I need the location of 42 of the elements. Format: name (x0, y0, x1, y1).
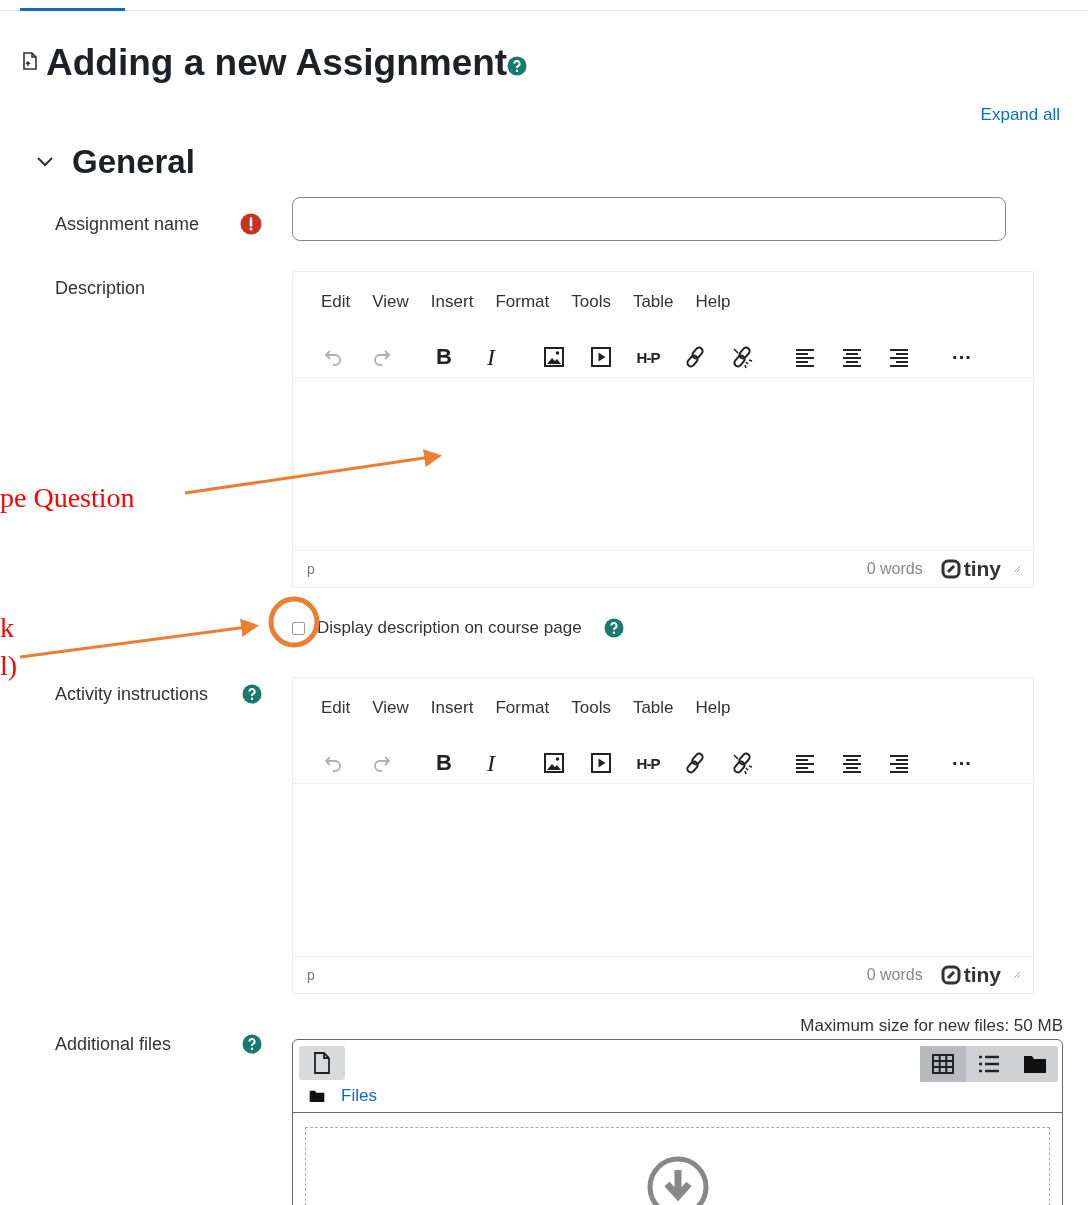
menu-item[interactable]: Insert (421, 290, 483, 314)
h5p-button[interactable]: H-P (629, 745, 667, 781)
menu-item[interactable]: View (363, 696, 418, 720)
menu-item[interactable]: Table (623, 696, 683, 720)
field-label: Activity instructions (55, 683, 209, 705)
section-title: General (72, 143, 195, 181)
more-button[interactable]: ··· (943, 745, 981, 781)
brand-logo[interactable]: tiny (940, 963, 1001, 987)
expand-all-link[interactable]: Expand all (980, 105, 1060, 124)
menu-item[interactable]: Insert (421, 696, 483, 720)
element-path: p (307, 561, 315, 577)
menu-item[interactable]: Help (686, 696, 740, 720)
menu-item[interactable]: Help (686, 290, 740, 314)
menu-item[interactable]: Table (623, 290, 683, 314)
section-toggle[interactable]: General (36, 140, 195, 184)
word-count: 0 words (866, 560, 923, 578)
menu-item[interactable]: Format (486, 696, 559, 720)
page-title: Adding a new Assignment (46, 42, 508, 84)
menu-item[interactable]: Edit (313, 696, 360, 720)
max-size-note: Maximum size for new files: 50 MB (799, 1015, 1063, 1037)
checkbox-label: Display description on course page (317, 618, 582, 638)
element-path: p (307, 967, 315, 983)
field-label: Description (55, 277, 146, 299)
menu-item[interactable]: Tools (562, 290, 620, 314)
italic-button[interactable]: I (472, 339, 510, 375)
folder-link[interactable]: Files (341, 1086, 377, 1106)
bold-button[interactable]: B (425, 339, 463, 375)
h5p-button[interactable]: H-P (629, 339, 667, 375)
word-count: 0 words (866, 966, 923, 984)
field-label: Assignment name (55, 213, 200, 235)
italic-button[interactable]: I (472, 745, 510, 781)
menu-item[interactable]: Format (486, 290, 559, 314)
annotation-text: l) (0, 650, 18, 682)
annotation-text: pe Question (0, 482, 135, 514)
annotation-text: k (0, 612, 14, 644)
menu-item[interactable]: Tools (562, 696, 620, 720)
brand-logo[interactable]: tiny (940, 557, 1001, 581)
menu-item[interactable]: Edit (313, 290, 360, 314)
menu-item[interactable]: View (363, 290, 418, 314)
more-button[interactable]: ··· (943, 339, 981, 375)
bold-button[interactable]: B (425, 745, 463, 781)
field-label: Additional files (55, 1033, 172, 1055)
